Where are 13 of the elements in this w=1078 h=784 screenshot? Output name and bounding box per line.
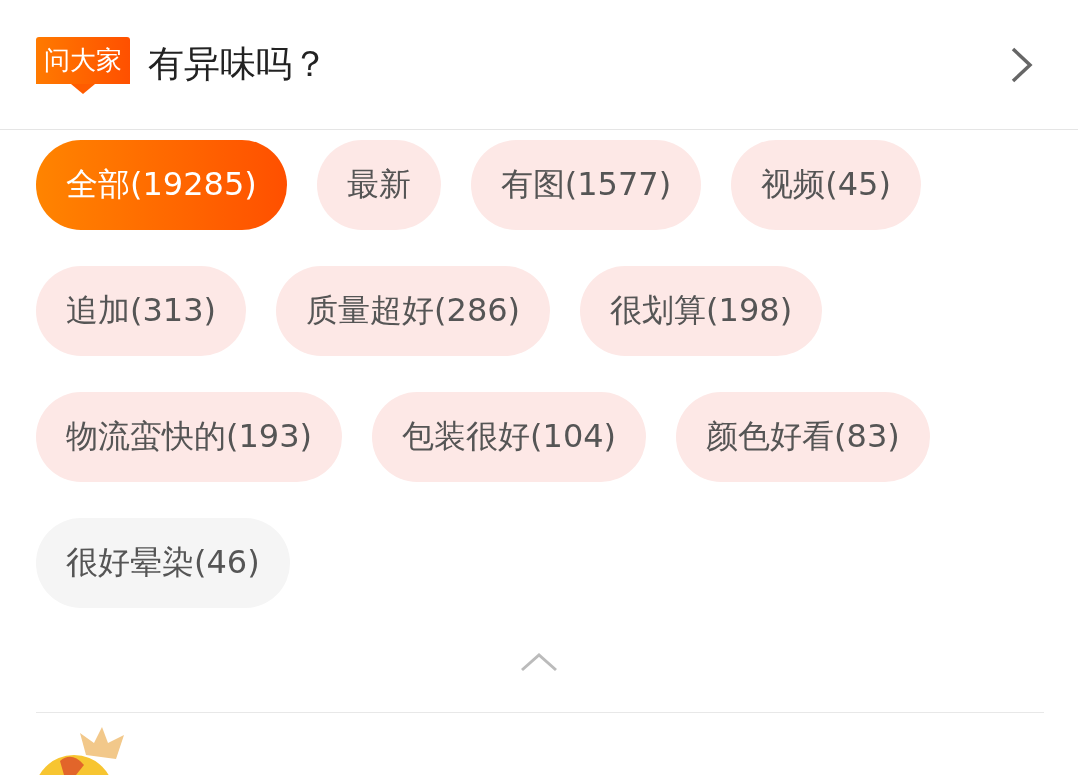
chevron-right-icon[interactable] <box>1010 45 1034 84</box>
filter-tag[interactable]: 追加(313) <box>36 266 247 356</box>
filter-tag[interactable]: 质量超好(286) <box>276 266 551 356</box>
filter-tag[interactable]: 物流蛮快的(193) <box>36 392 343 482</box>
filter-tag[interactable]: 颜色好看(83) <box>676 392 930 482</box>
filter-tag[interactable]: 视频(45) <box>731 140 921 230</box>
question-text: 有异味吗？ <box>148 42 329 86</box>
filter-tag[interactable]: 很好晕染(46) <box>36 518 290 608</box>
filter-tag[interactable]: 包装很好(104) <box>372 392 647 482</box>
filter-tag[interactable]: 有图(1577) <box>470 140 702 230</box>
filter-tag[interactable]: 最新 <box>316 140 441 230</box>
ask-badge: 问大家 <box>36 37 130 94</box>
filter-tag[interactable]: 很划算(198) <box>580 266 823 356</box>
